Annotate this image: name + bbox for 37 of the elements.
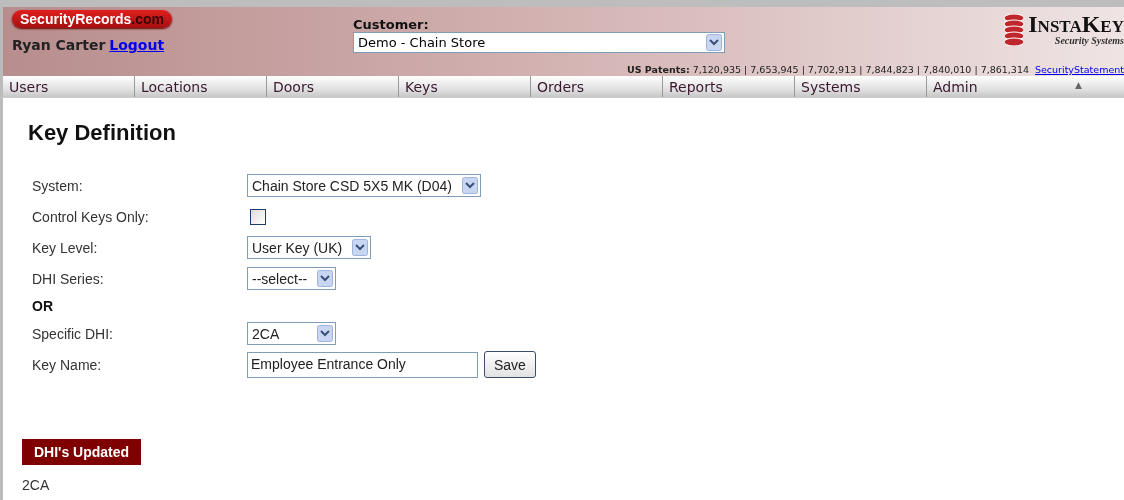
page-title: Key Definition (28, 119, 177, 146)
field-label: System: (32, 177, 84, 194)
section-header: DHI's Updated (22, 439, 142, 465)
scroll-up-glyph[interactable]: ▲ (1075, 80, 1082, 90)
customer-select[interactable]: Demo - Chain Store (353, 32, 725, 53)
brand-logo: SecurityRecords.com (12, 10, 172, 28)
field-label: DHI Series: (32, 270, 105, 287)
patent-numbers: 7,120,935 | 7,653,945 | 7,702,913 | 7,844,823 | 7,840,010 | 7,861,314 (692, 64, 1029, 75)
field-label: Control Keys Only: (32, 208, 150, 225)
user-name: Ryan Carter (12, 37, 106, 53)
nav-tab[interactable]: Doors (267, 76, 399, 97)
stacked-discs-icon (1003, 13, 1026, 46)
dropdown-field[interactable]: Chain Store CSD 5X5 MK (D04) (247, 174, 481, 197)
nav-tab[interactable]: Admin (927, 76, 1059, 97)
updated-item: 2CA (22, 477, 51, 493)
logo-tagline: Security Systems (1053, 35, 1124, 46)
customer-label: Customer: (353, 17, 430, 32)
save-button[interactable]: Save (484, 351, 536, 378)
field-label: Key Level: (32, 239, 99, 256)
nav-tab[interactable]: Keys (399, 76, 531, 97)
field-label: Key Name: (32, 356, 103, 373)
logo-name: InstaKey (1028, 13, 1124, 35)
field-label: Specific DHI: (32, 325, 114, 342)
dropdown-field[interactable]: --select-- (247, 267, 337, 290)
dropdown-field[interactable]: User Key (UK) (247, 236, 372, 259)
or-separator: OR (32, 297, 54, 316)
logout-link[interactable]: Logout (109, 37, 165, 53)
nav-tab[interactable]: Orders (531, 76, 663, 97)
nav-tab[interactable]: Systems (795, 76, 927, 97)
nav-tab[interactable]: Reports (663, 76, 795, 97)
checkbox[interactable] (250, 208, 266, 225)
patents-label: US Patents: (626, 64, 690, 75)
nav-tab[interactable]: Users (3, 76, 135, 97)
key-name-input[interactable]: Employee Entrance Only (247, 351, 478, 378)
security-statement-link[interactable]: SecurityStatement (1035, 64, 1124, 75)
dropdown-field[interactable]: 2CA (247, 322, 336, 345)
nav-tab[interactable]: Locations (135, 76, 267, 97)
